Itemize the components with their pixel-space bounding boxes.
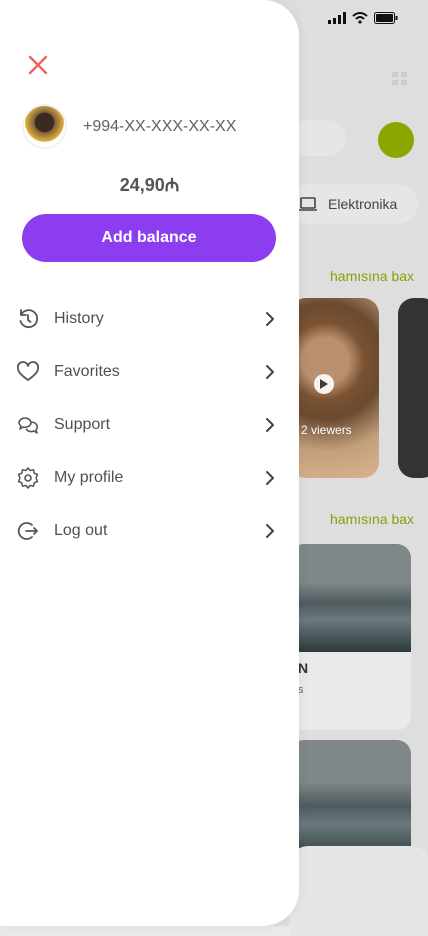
chat-icon <box>18 416 38 434</box>
menu-item-label: Favorites <box>54 362 120 380</box>
menu-item-label: Support <box>54 415 111 433</box>
car-image-2 <box>290 740 411 860</box>
phone-number: +994-XX-XXX-XX-XX <box>83 118 237 135</box>
balance-amount: 24,90₼ <box>119 175 180 195</box>
menu-item-label: Log out <box>54 521 108 539</box>
history-icon <box>19 308 39 328</box>
see-all-link-2: hamısına bax <box>330 511 415 527</box>
live-card: 2 viewers <box>290 298 379 478</box>
status-bar <box>328 12 398 24</box>
menu-item-history[interactable]: History <box>0 292 299 345</box>
product-title: N <box>298 660 309 676</box>
menu-item-label: My profile <box>54 468 124 486</box>
chevron-right-icon <box>266 311 274 326</box>
close-icon[interactable] <box>27 54 49 76</box>
menu-item-profile[interactable]: My profile <box>0 451 299 504</box>
avatar[interactable] <box>22 104 67 149</box>
menu-item-logout[interactable]: Log out <box>0 504 299 557</box>
menu-item-label: History <box>54 309 104 327</box>
category-chip: Elektronika <box>288 184 418 224</box>
wifi-icon <box>352 12 368 24</box>
logout-icon <box>17 521 38 540</box>
chevron-right-icon <box>266 364 274 379</box>
viewers-text: 2 viewers <box>301 423 352 437</box>
chevron-right-icon <box>266 417 274 432</box>
laptop-icon <box>299 197 317 211</box>
live-card-2 <box>398 298 428 478</box>
heart-icon <box>17 360 39 381</box>
menu-item-support[interactable]: Support <box>0 398 299 451</box>
product-card: N s <box>290 544 411 730</box>
bottom-sheet <box>290 846 428 936</box>
battery-icon <box>374 12 398 24</box>
drawer-menu: History Favorites Support My profile Log… <box>0 292 299 557</box>
profile-avatar-bg <box>378 122 414 158</box>
add-balance-button[interactable]: Add balance <box>22 214 276 262</box>
category-chip-label: Elektronika <box>328 196 398 212</box>
grid-icon <box>392 72 407 85</box>
see-all-link: hamısına bax <box>330 268 415 284</box>
play-icon <box>314 374 334 394</box>
side-drawer: +994-XX-XXX-XX-XX 24,90₼ Add balance His… <box>0 0 299 926</box>
gear-icon <box>17 466 39 489</box>
product-card-2 <box>290 740 411 860</box>
menu-item-favorites[interactable]: Favorites <box>0 345 299 398</box>
car-image <box>290 544 411 652</box>
signal-icon <box>328 12 346 24</box>
chevron-right-icon <box>266 470 274 485</box>
chevron-right-icon <box>266 523 274 538</box>
